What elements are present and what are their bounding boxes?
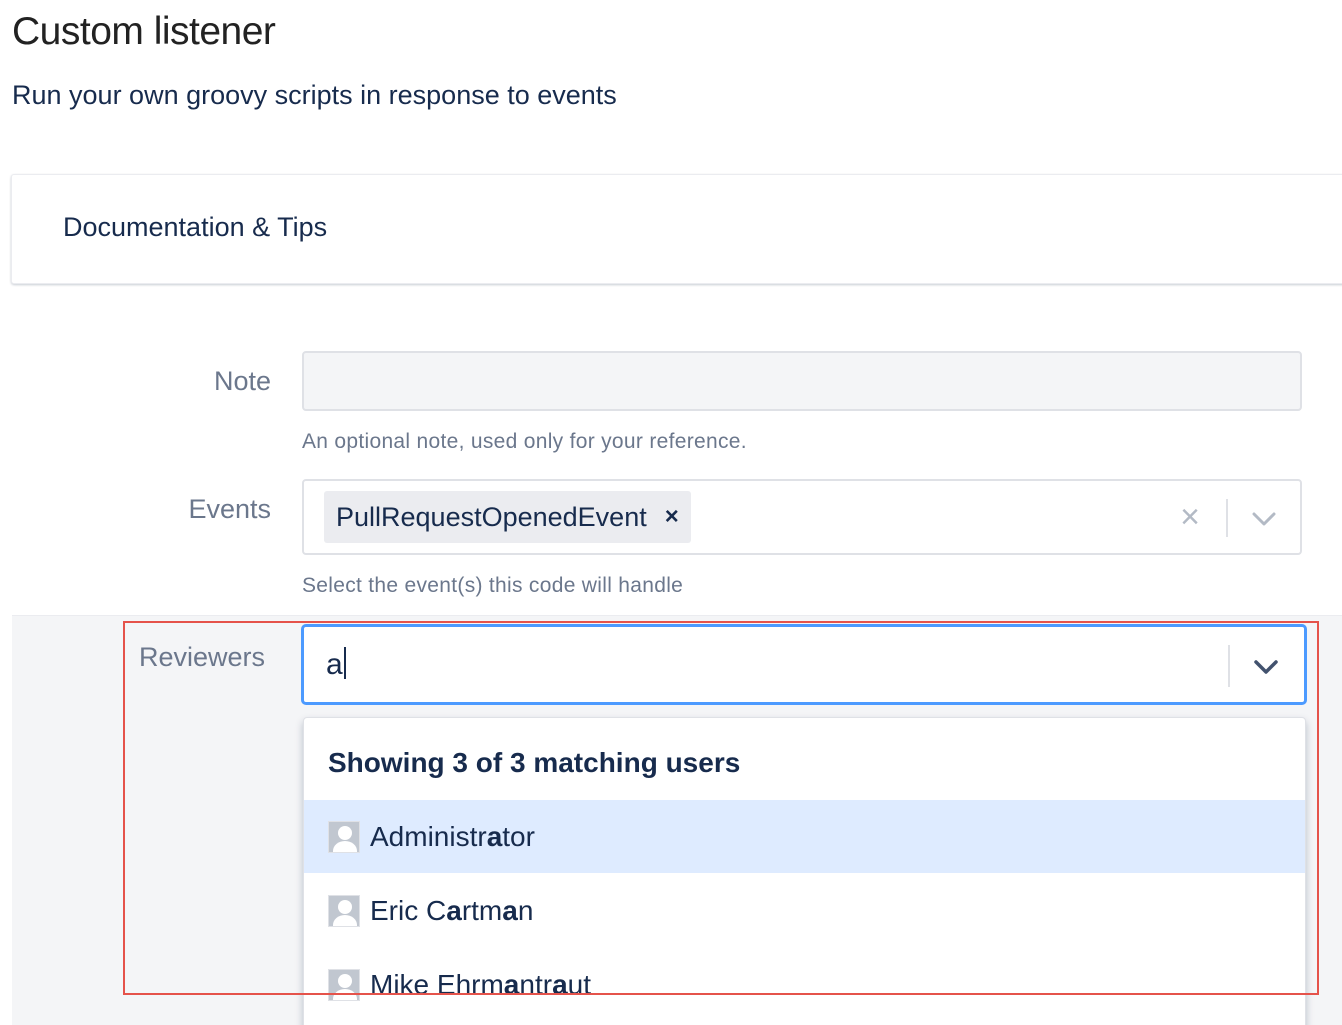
chevron-down-icon[interactable] bbox=[1246, 501, 1282, 537]
close-icon[interactable]: × bbox=[1176, 499, 1204, 535]
menu-item-user-administrator[interactable]: Administrator bbox=[304, 800, 1305, 873]
indicator-separator bbox=[1226, 499, 1228, 537]
reviewers-search-input[interactable]: a bbox=[326, 647, 346, 682]
reviewers-label: Reviewers bbox=[139, 642, 266, 672]
reviewers-search-value: a bbox=[326, 648, 343, 681]
event-tag-label: PullRequestOpenedEvent bbox=[336, 501, 647, 532]
default-avatar-icon bbox=[328, 820, 360, 853]
menu-item-label: Eric Cartman bbox=[370, 894, 534, 926]
note-label: Note bbox=[213, 366, 271, 396]
menu-item-user-eric-cartman[interactable]: Eric Cartman bbox=[304, 874, 1305, 947]
page-title: Custom listener bbox=[12, 10, 276, 53]
tag-remove-icon[interactable]: × bbox=[665, 503, 679, 531]
events-select[interactable]: PullRequestOpenedEvent × × bbox=[302, 479, 1302, 555]
default-avatar-icon bbox=[328, 894, 360, 927]
menu-header: Showing 3 of 3 matching users bbox=[328, 747, 741, 778]
reviewers-dropdown-menu: Showing 3 of 3 matching users Administra… bbox=[303, 717, 1306, 1025]
default-avatar-icon bbox=[328, 968, 360, 1001]
reviewers-select[interactable]: a bbox=[302, 625, 1306, 704]
menu-item-user-mike-ehrmantraut[interactable]: Mike Ehrmantraut bbox=[304, 948, 1305, 1021]
events-help-text: Select the event(s) this code will handl… bbox=[302, 574, 684, 597]
note-input[interactable] bbox=[302, 351, 1302, 411]
text-cursor bbox=[343, 647, 346, 679]
chevron-down-icon[interactable] bbox=[1248, 649, 1284, 685]
events-label: Events bbox=[188, 494, 271, 524]
indicator-separator bbox=[1228, 645, 1230, 687]
documentation-panel-title[interactable]: Documentation & Tips bbox=[63, 212, 327, 243]
page-subtitle: Run your own groovy scripts in response … bbox=[12, 80, 617, 110]
note-help-text: An optional note, used only for your ref… bbox=[302, 430, 747, 453]
menu-item-label: Mike Ehrmantraut bbox=[370, 968, 591, 1000]
menu-item-label: Administrator bbox=[370, 820, 535, 852]
documentation-panel[interactable]: Documentation & Tips bbox=[11, 174, 1342, 284]
event-tag: PullRequestOpenedEvent × bbox=[324, 491, 691, 543]
